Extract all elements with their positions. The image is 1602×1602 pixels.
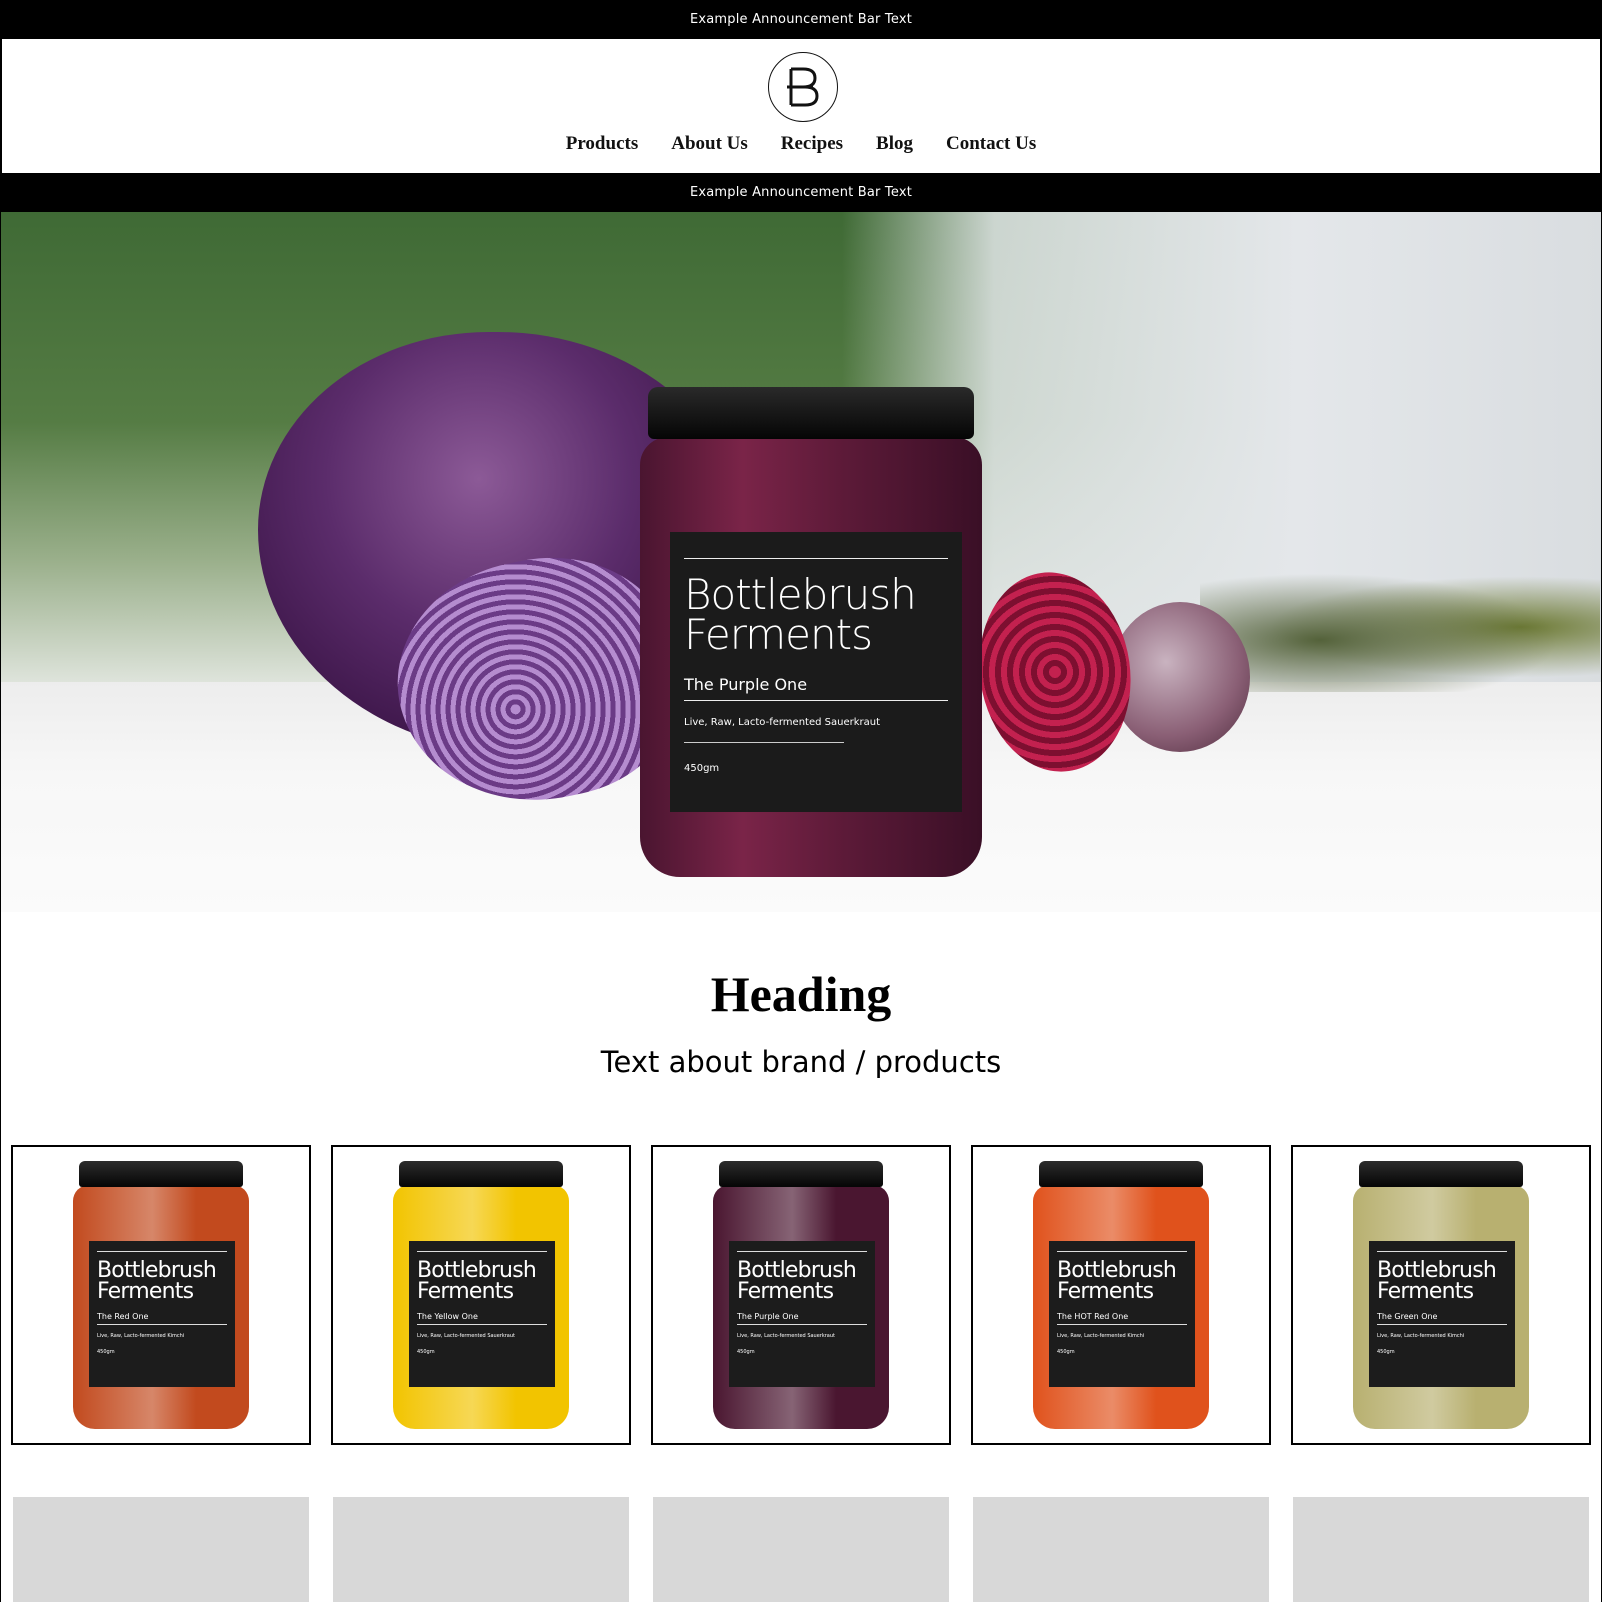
product-weight: 450gm xyxy=(1057,1349,1075,1355)
product-brand-line2: Ferments xyxy=(97,1279,194,1304)
product-name: The Yellow One xyxy=(417,1312,478,1321)
product-jar-label: Bottlebrush Ferments The HOT Red One Liv… xyxy=(1049,1241,1195,1387)
jar-brand-line2: Ferments xyxy=(684,610,873,659)
image-placeholder xyxy=(973,1497,1269,1602)
product-jar: Bottlebrush Ferments The Purple One Live… xyxy=(713,1161,889,1429)
announcement-bar-secondary: Example Announcement Bar Text xyxy=(0,173,1602,212)
product-weight: 450gm xyxy=(97,1349,115,1355)
product-card-red[interactable]: Bottlebrush Ferments The Red One Live, R… xyxy=(11,1145,311,1445)
image-placeholder xyxy=(333,1497,629,1602)
image-placeholder xyxy=(1293,1497,1589,1602)
announcement-bar-top: Example Announcement Bar Text xyxy=(0,0,1602,39)
nav-item-contact-us[interactable]: Contact Us xyxy=(946,133,1036,155)
product-brand-line1: Bottlebrush xyxy=(417,1258,537,1283)
jar-brand-line1: Bottlebrush xyxy=(684,570,917,619)
jar-lid xyxy=(648,387,974,439)
product-jar-label: Bottlebrush Ferments The Yellow One Live… xyxy=(409,1241,555,1387)
page-border-left xyxy=(0,212,1,1602)
image-placeholder xyxy=(653,1497,949,1602)
product-brand-line1: Bottlebrush xyxy=(737,1258,857,1283)
product-description: Live, Raw, Lacto-fermented Kimchi xyxy=(97,1333,185,1339)
product-jar-lid xyxy=(1359,1161,1523,1187)
product-card-hot-red[interactable]: Bottlebrush Ferments The HOT Red One Liv… xyxy=(971,1145,1271,1445)
product-jar-lid xyxy=(1039,1161,1203,1187)
product-description: Live, Raw, Lacto-fermented Kimchi xyxy=(1377,1333,1465,1339)
image-placeholder xyxy=(13,1497,309,1602)
hero-jar: Bottlebrush Ferments The Purple One Live… xyxy=(640,387,982,877)
bottlebrush-b-logo-icon xyxy=(787,67,819,107)
nav-item-about-us[interactable]: About Us xyxy=(671,133,748,155)
nav-item-blog[interactable]: Blog xyxy=(876,133,913,155)
product-jar-label: Bottlebrush Ferments The Red One Live, R… xyxy=(89,1241,235,1387)
jar-weight: 450gm xyxy=(684,763,720,774)
product-description: Live, Raw, Lacto-fermented Sauerkraut xyxy=(417,1333,516,1339)
product-card-purple[interactable]: Bottlebrush Ferments The Purple One Live… xyxy=(651,1145,951,1445)
product-weight: 450gm xyxy=(737,1349,755,1355)
announcement-text: Example Announcement Bar Text xyxy=(689,185,913,200)
product-name: The HOT Red One xyxy=(1057,1312,1129,1321)
product-description: Live, Raw, Lacto-fermented Kimchi xyxy=(1057,1333,1145,1339)
product-name: The Green One xyxy=(1377,1312,1438,1321)
product-jar: Bottlebrush Ferments The Green One Live,… xyxy=(1353,1161,1529,1429)
jar-description: Live, Raw, Lacto-fermented Sauerkraut xyxy=(684,717,881,728)
main-nav: Products About Us Recipes Blog Contact U… xyxy=(2,133,1600,155)
nav-item-products[interactable]: Products xyxy=(566,133,638,155)
whole-beet xyxy=(1110,602,1250,752)
announcement-text: Example Announcement Bar Text xyxy=(689,12,913,27)
product-weight: 450gm xyxy=(417,1349,435,1355)
product-brand-line1: Bottlebrush xyxy=(1377,1258,1497,1283)
product-jar-lid xyxy=(719,1161,883,1187)
product-jar-label: Bottlebrush Ferments The Green One Live,… xyxy=(1369,1241,1515,1387)
product-name: The Purple One xyxy=(737,1312,799,1321)
product-jar-lid xyxy=(79,1161,243,1187)
product-description: Live, Raw, Lacto-fermented Sauerkraut xyxy=(737,1333,836,1339)
jar-product-name: The Purple One xyxy=(684,675,808,694)
product-brand-line1: Bottlebrush xyxy=(97,1258,217,1283)
product-jar: Bottlebrush Ferments The HOT Red One Liv… xyxy=(1033,1161,1209,1429)
product-card-green[interactable]: Bottlebrush Ferments The Green One Live,… xyxy=(1291,1145,1591,1445)
product-name: The Red One xyxy=(97,1312,149,1321)
product-brand-line2: Ferments xyxy=(1377,1279,1474,1304)
product-brand-line2: Ferments xyxy=(1057,1279,1154,1304)
product-grid: Bottlebrush Ferments The Red One Live, R… xyxy=(11,1145,1591,1445)
product-weight: 450gm xyxy=(1377,1349,1395,1355)
product-brand-line1: Bottlebrush xyxy=(1057,1258,1177,1283)
hero-image: Bottlebrush Ferments The Purple One Live… xyxy=(0,212,1602,912)
product-jar: Bottlebrush Ferments The Red One Live, R… xyxy=(73,1161,249,1429)
product-card-yellow[interactable]: Bottlebrush Ferments The Yellow One Live… xyxy=(331,1145,631,1445)
section-subtext: Text about brand / products xyxy=(600,1045,1002,1079)
logo[interactable] xyxy=(768,52,838,122)
product-jar: Bottlebrush Ferments The Yellow One Live… xyxy=(393,1161,569,1429)
beet-leaves xyxy=(1200,562,1600,692)
product-jar-label: Bottlebrush Ferments The Purple One Live… xyxy=(729,1241,875,1387)
placeholder-row xyxy=(13,1497,1593,1602)
product-brand-line2: Ferments xyxy=(417,1279,514,1304)
nav-item-recipes[interactable]: Recipes xyxy=(781,133,843,155)
site-header: Products About Us Recipes Blog Contact U… xyxy=(0,39,1602,173)
jar-label: Bottlebrush Ferments The Purple One Live… xyxy=(670,532,962,812)
section-heading: Heading xyxy=(710,966,892,1022)
product-jar-lid xyxy=(399,1161,563,1187)
product-brand-line2: Ferments xyxy=(737,1279,834,1304)
